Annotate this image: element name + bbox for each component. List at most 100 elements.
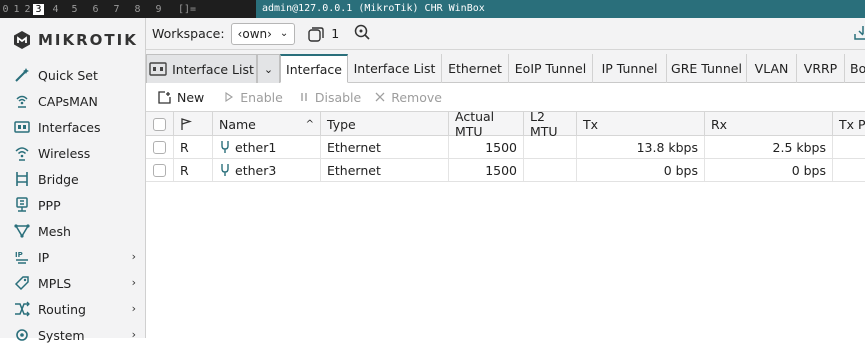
system-gear-icon	[12, 326, 32, 344]
tab-vrrp[interactable]: VRRP	[797, 54, 845, 83]
workspace-9[interactable]: 9	[153, 4, 164, 15]
new-item-icon	[158, 90, 171, 104]
wand-icon	[12, 66, 32, 84]
tab-interface-list[interactable]: Interface List	[348, 54, 442, 83]
tab-menu-interface-list[interactable]: Interface List	[146, 54, 257, 83]
column-label: Actual MTU	[455, 109, 495, 139]
column-actual-mtu[interactable]: Actual MTU	[449, 109, 524, 139]
tab-bonding[interactable]: Bo	[845, 54, 865, 83]
chevron-right-icon: ›	[131, 250, 136, 263]
table-row[interactable]: R ether1 Ethernet 1500 13.8 kbps 2.5 kbp…	[146, 136, 865, 159]
workspace-bar: Workspace: ‹own› ⌄ 1	[146, 18, 865, 50]
disable-button[interactable]: Disable	[299, 90, 361, 105]
tab-vlan[interactable]: VLAN	[747, 54, 797, 83]
new-label: New	[177, 89, 205, 105]
sidebar-item-ppp[interactable]: PPP	[0, 192, 146, 218]
l2-mtu-cell	[524, 159, 577, 181]
ppp-icon	[12, 196, 32, 214]
workspace-0[interactable]: 0	[0, 4, 11, 15]
window-count: 1	[331, 26, 340, 41]
interface-name: ether1	[235, 139, 277, 155]
remove-button[interactable]: Remove	[375, 90, 442, 105]
ethernet-port-icon	[221, 164, 229, 176]
column-label: Name	[219, 116, 256, 132]
workspace-5[interactable]: 5	[69, 4, 80, 15]
workspace-2[interactable]: 2	[22, 4, 33, 15]
window-count-button[interactable]: 1	[307, 25, 339, 43]
sidebar-item-quick-set[interactable]: Quick Set	[0, 62, 146, 88]
download-icon[interactable]	[853, 24, 865, 42]
interfaces-icon	[12, 118, 32, 136]
l2-mtu-cell	[524, 136, 577, 158]
toolbar: New Enable Disable Remove	[146, 83, 865, 111]
chevron-down-icon: ⌄	[263, 62, 274, 76]
select-all-checkbox-cell[interactable]	[146, 112, 174, 136]
workspace-3-active[interactable]: 3	[33, 3, 44, 15]
tab-ip-tunnel[interactable]: IP Tunnel	[593, 54, 667, 83]
rx-cell: 2.5 kbps	[705, 136, 833, 158]
play-icon	[224, 92, 234, 102]
sidebar-item-ip[interactable]: IP IP ›	[0, 244, 146, 270]
tab-ethernet[interactable]: Ethernet	[442, 54, 509, 83]
row-checkbox-cell[interactable]	[146, 159, 174, 181]
sidebar-item-mesh[interactable]: Mesh	[0, 218, 146, 244]
select-all-checkbox[interactable]	[153, 117, 166, 131]
sidebar-item-bridge[interactable]: Bridge	[0, 166, 146, 192]
sidebar-item-label: Quick Set	[38, 67, 98, 83]
wireless-icon	[12, 144, 32, 162]
sidebar-item-wireless[interactable]: Wireless	[0, 140, 146, 166]
tab-interface[interactable]: Interface	[280, 54, 348, 83]
column-name[interactable]: Name ^	[213, 112, 321, 136]
sidebar-item-label: CAPsMAN	[38, 93, 98, 109]
pause-icon	[299, 92, 309, 102]
flag-cell: R	[174, 159, 213, 181]
flag-icon	[181, 117, 192, 130]
workspace-selected-value: ‹own›	[237, 26, 272, 41]
enable-button[interactable]: Enable	[224, 90, 283, 105]
new-button[interactable]: New	[158, 90, 204, 105]
sidebar-item-capsman[interactable]: CAPsMAN	[0, 88, 146, 114]
column-type[interactable]: Type	[321, 112, 449, 136]
tx-packets-cell	[833, 159, 865, 181]
column-label: Tx Pa	[839, 116, 865, 132]
search-icon[interactable]	[353, 23, 371, 44]
tab-label: Ethernet	[448, 61, 502, 76]
tab-label: GRE Tunnel	[671, 61, 742, 76]
sidebar-item-system[interactable]: System ›	[0, 322, 146, 348]
tab-gre-tunnel[interactable]: GRE Tunnel	[667, 54, 747, 83]
sidebar-item-label: MPLS	[38, 275, 72, 291]
sidebar-item-label: Mesh	[38, 223, 71, 239]
rx-cell: 0 bps	[705, 159, 833, 181]
table-row[interactable]: R ether3 Ethernet 1500 0 bps 0 bps	[146, 159, 865, 182]
column-tx-packets[interactable]: Tx Pa	[833, 112, 865, 136]
sidebar-item-mpls[interactable]: MPLS ›	[0, 270, 146, 296]
tab-label: Bo	[850, 61, 865, 76]
workspace-switcher-bar: 0 1 2 3 4 5 6 7 8 9 []= admin@127.0.0.1 …	[0, 0, 865, 18]
flag-cell: R	[174, 136, 213, 158]
row-checkbox-cell[interactable]	[146, 136, 174, 158]
workspace-6[interactable]: 6	[90, 4, 101, 15]
interfaces-table: Name ^ Type Actual MTU L2 MTU Tx Rx Tx P…	[146, 109, 865, 182]
workspace-1[interactable]: 1	[11, 4, 22, 15]
workspace-8[interactable]: 8	[132, 4, 143, 15]
row-checkbox[interactable]	[153, 140, 166, 154]
sidebar-item-label: Wireless	[38, 145, 91, 161]
row-checkbox[interactable]	[153, 163, 166, 177]
tab-label: EoIP Tunnel	[514, 61, 587, 76]
mpls-icon	[12, 274, 32, 292]
workspace-7[interactable]: 7	[111, 4, 122, 15]
column-rx[interactable]: Rx	[705, 112, 833, 136]
sidebar-item-interfaces[interactable]: Interfaces	[0, 114, 146, 140]
column-l2-mtu[interactable]: L2 MTU	[524, 109, 577, 139]
table-header: Name ^ Type Actual MTU L2 MTU Tx Rx Tx P…	[146, 109, 865, 139]
tab-eoip-tunnel[interactable]: EoIP Tunnel	[509, 54, 593, 83]
column-flags[interactable]	[174, 112, 213, 136]
sidebar-item-label: System	[38, 327, 85, 343]
tab-menu-dropdown[interactable]: ⌄	[257, 54, 280, 83]
tx-cell: 13.8 kbps	[577, 136, 705, 158]
workspace-select[interactable]: ‹own› ⌄	[230, 22, 296, 45]
sidebar-item-routing[interactable]: Routing ›	[0, 296, 146, 322]
column-tx[interactable]: Tx	[577, 112, 705, 136]
remove-label: Remove	[391, 89, 442, 105]
workspace-4[interactable]: 4	[50, 4, 61, 15]
